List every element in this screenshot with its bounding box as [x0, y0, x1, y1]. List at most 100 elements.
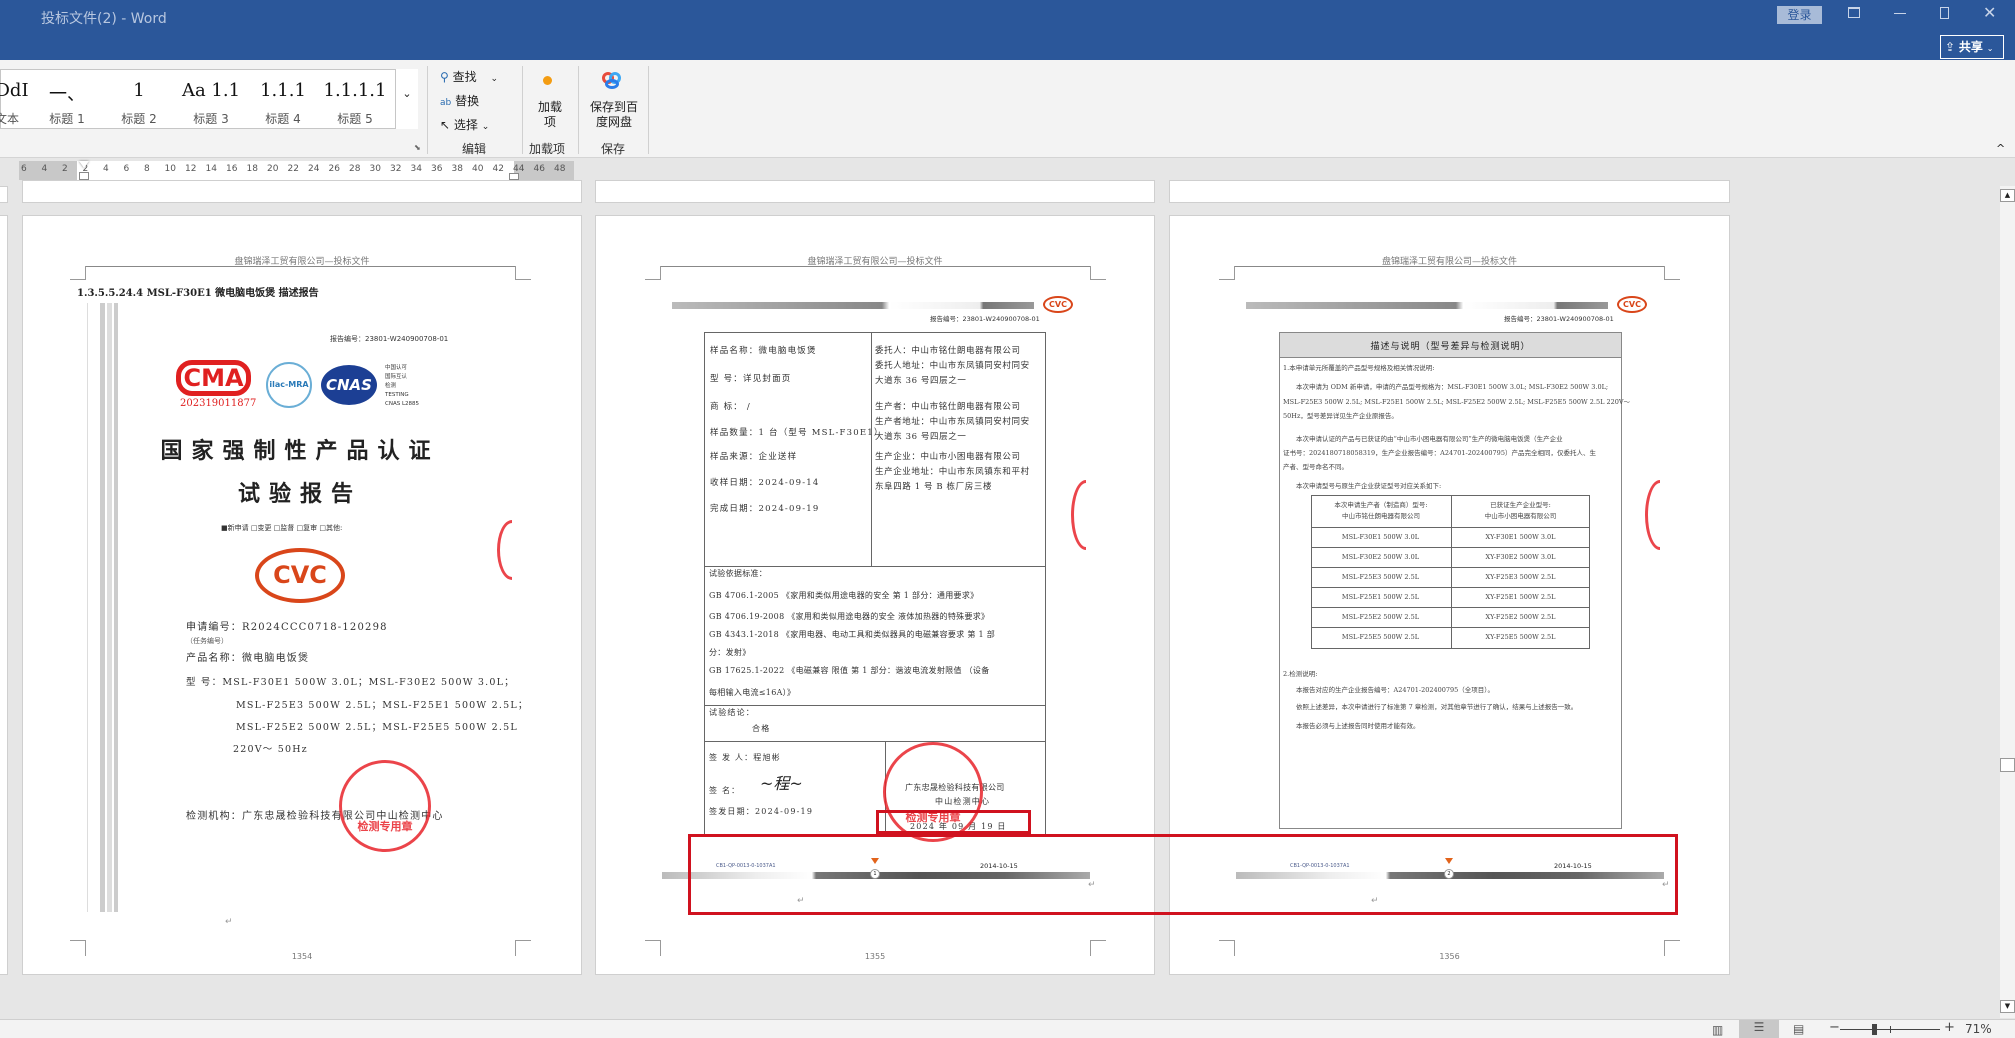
- select-button[interactable]: ↖ 选择 ⌄: [440, 116, 489, 133]
- right-indent-marker[interactable]: [509, 173, 519, 180]
- sample-source: 样品来源：企业送样: [710, 452, 798, 462]
- ruler-tick-label: 24: [308, 164, 320, 174]
- ribbon-display-options-icon[interactable]: [1848, 7, 1860, 18]
- official-stamp: 检测专用章: [339, 760, 431, 852]
- scrollbar-thumb[interactable]: [2000, 758, 2015, 772]
- style-label: 标题 2: [121, 112, 157, 126]
- print-layout-icon[interactable]: ☰: [1739, 1020, 1779, 1038]
- standard-line: 每相输入电流≤16A）》: [709, 688, 796, 697]
- ruler-tick-label: 34: [410, 164, 422, 174]
- report-number: 报告编号：23801-W240900708-01: [330, 335, 449, 343]
- replace-icon: ab: [440, 98, 452, 108]
- left-indent-marker[interactable]: [79, 172, 89, 180]
- cvc-logo: CVC: [1043, 296, 1073, 313]
- certified-model-cell: XY-F25E1 500W 2.5L: [1485, 593, 1556, 601]
- close-icon[interactable]: ✕: [1983, 3, 1996, 22]
- ruler-tick-label: 8: [144, 164, 150, 174]
- report-number: 报告编号：23801-W240900708-01: [930, 315, 1040, 323]
- scroll-down-arrow-icon[interactable]: ▼: [2000, 1000, 2015, 1013]
- conclusion-value: 合格: [752, 724, 771, 733]
- notes-text: 依照上述差异，本次申请进行了标准第 7 章检测，对其他章节进行了确认，结果与上述…: [1296, 703, 1578, 711]
- save-group-label: 保存: [601, 142, 626, 156]
- certified-model-cell: XY-F30E2 500W 3.0L: [1485, 553, 1556, 561]
- ruler-tick-label: 28: [349, 164, 361, 174]
- standard-line: GB 17625.1-2022 《电磁兼容 限值 第 1 部分：谐波电流发射限值…: [709, 666, 990, 675]
- style-heading-3[interactable]: Aa 1.1 标题 3: [175, 80, 247, 127]
- ruler-tick-label: 48: [554, 164, 566, 174]
- description-text: 产者、型号命名不同。: [1283, 463, 1348, 471]
- ruler-tick-label: 36: [431, 164, 443, 174]
- conclusion-label: 试验结论：: [709, 708, 755, 717]
- applicant-model-cell: MSL-F30E1 500W 3.0L: [1341, 533, 1420, 541]
- producer: 生产者：中山市铭仕朗电器有限公司: [875, 402, 1021, 412]
- chevron-down-icon: ⌄: [481, 122, 490, 132]
- status-bar: ▥ ☰ ▤ − + 71%: [0, 1019, 2015, 1038]
- ruler-tick-label: 10: [164, 164, 176, 174]
- vertical-scrollbar[interactable]: ▲ ▼: [2000, 186, 2015, 1018]
- ruler-tick-label: 26: [328, 164, 340, 174]
- save-to-baidu-button[interactable]: 保存到百度网盘: [588, 100, 640, 130]
- style-label: 标题 1: [49, 112, 85, 126]
- table-header-applicant: 本次申请生产者（制造商）型号: 中山市铭仕朗电器有限公司: [1334, 501, 1428, 520]
- previous-page: [22, 180, 582, 203]
- cvc-logo: CVC: [255, 548, 345, 603]
- cvc-logo: CVC: [1617, 296, 1647, 313]
- addins-button[interactable]: 加载项: [538, 100, 562, 130]
- styles-dialog-launcher-icon[interactable]: ⬊: [414, 143, 421, 152]
- collapse-ribbon-icon[interactable]: ^: [1996, 142, 2005, 155]
- horizontal-ruler[interactable]: 6 4 2 2 4 6 8 10 12 14 16 18 20 22 24 26 28 30 32 34 36 38 40 4…: [19, 161, 574, 180]
- ruler-tick-label: 18: [246, 164, 258, 174]
- client: 委托人：中山市铭仕朗电器有限公司: [875, 346, 1021, 356]
- rated-voltage: 220V～ 50Hz: [233, 744, 308, 755]
- title-bar: 投标文件(2) - Word 登录 ✕ ⇪ 共享 ⌄: [0, 0, 2015, 60]
- replace-button[interactable]: ab 替换: [440, 92, 479, 109]
- description-text: 1.本申请单元所覆盖的产品型号规格及相关情况说明:: [1283, 364, 1435, 372]
- notes-heading: 2.检测说明:: [1283, 670, 1318, 678]
- issuer: 签 发 人：程旭彬: [709, 753, 781, 762]
- chevron-down-icon: ⌄: [490, 74, 499, 84]
- style-heading-4[interactable]: 1.1.1 标题 4: [247, 80, 319, 127]
- application-type-checkboxes: ■新申请 □变更 □监督 □复审 □其他:: [221, 524, 343, 532]
- style-heading-1[interactable]: 一、标题 1: [31, 80, 103, 127]
- producer-address: 生产者地址：中山市东凤镇同安村同安: [875, 417, 1030, 427]
- manufacturer-address-cont: 东阜四路 1 号 B 栋厂房三楼: [875, 482, 993, 492]
- replace-label: 替换: [455, 94, 480, 108]
- first-line-indent-marker[interactable]: [79, 161, 89, 168]
- zoom-level[interactable]: 71%: [1965, 1022, 1992, 1036]
- issue-date: 签发日期：2024-09-19: [709, 807, 814, 816]
- style-heading-2[interactable]: 1 标题 2: [103, 80, 175, 127]
- style-preview: 1.1.1: [260, 80, 306, 101]
- scroll-up-arrow-icon[interactable]: ▲: [2000, 189, 2015, 202]
- previous-page: [1169, 180, 1730, 203]
- zoom-slider-thumb[interactable]: [1871, 1024, 1877, 1035]
- section-heading: 1.3.5.5.24.4 MSL-F30E1 微电脑电饭煲 描述报告: [77, 288, 319, 299]
- description-text: 本次申请为 ODM 新申请，申请的产品型号规格为：MSL-F30E1 500W …: [1296, 383, 1609, 391]
- report-title: 试验报告: [237, 481, 362, 507]
- edit-group-label: 编辑: [462, 142, 487, 156]
- addin-icon: [543, 76, 552, 85]
- style-preview: 一、: [49, 84, 85, 105]
- highlight-box-date: [876, 810, 1031, 834]
- addins-group-label: 加载项: [529, 142, 566, 156]
- styles-more-button[interactable]: ⌄: [395, 69, 418, 129]
- minimize-icon[interactable]: [1894, 13, 1906, 14]
- zoom-out-button[interactable]: −: [1829, 1020, 1840, 1035]
- model: 型 号：详见封面页: [710, 374, 792, 384]
- ruler-tick-label: 4: [103, 164, 109, 174]
- web-layout-icon[interactable]: ▤: [1793, 1022, 1804, 1036]
- ruler-tick-label: 38: [451, 164, 463, 174]
- cnas-text: 中国认可 国际互认 检测 TESTING CNAS L2885: [385, 365, 420, 407]
- style-label: 标题 5: [337, 112, 373, 126]
- trademark: 商 标： /: [710, 402, 751, 412]
- style-heading-5[interactable]: 1.1.1.1 标题 5: [319, 80, 391, 127]
- style-label: 标题 4: [265, 112, 301, 126]
- notes-text: 本报告对应的生产企业报告编号：A24701-202400795（全项目）。: [1296, 686, 1495, 694]
- page-number: 1354: [291, 952, 313, 961]
- find-button[interactable]: ⚲ 查找 ⌄: [440, 68, 498, 85]
- zoom-in-button[interactable]: +: [1944, 1020, 1955, 1035]
- maximize-icon[interactable]: [1940, 7, 1949, 19]
- read-mode-icon[interactable]: ▥: [1712, 1023, 1723, 1037]
- ruler-tick-label: 6: [21, 164, 27, 174]
- share-button[interactable]: ⇪ 共享 ⌄: [1940, 35, 2004, 59]
- login-button[interactable]: 登录: [1777, 6, 1822, 24]
